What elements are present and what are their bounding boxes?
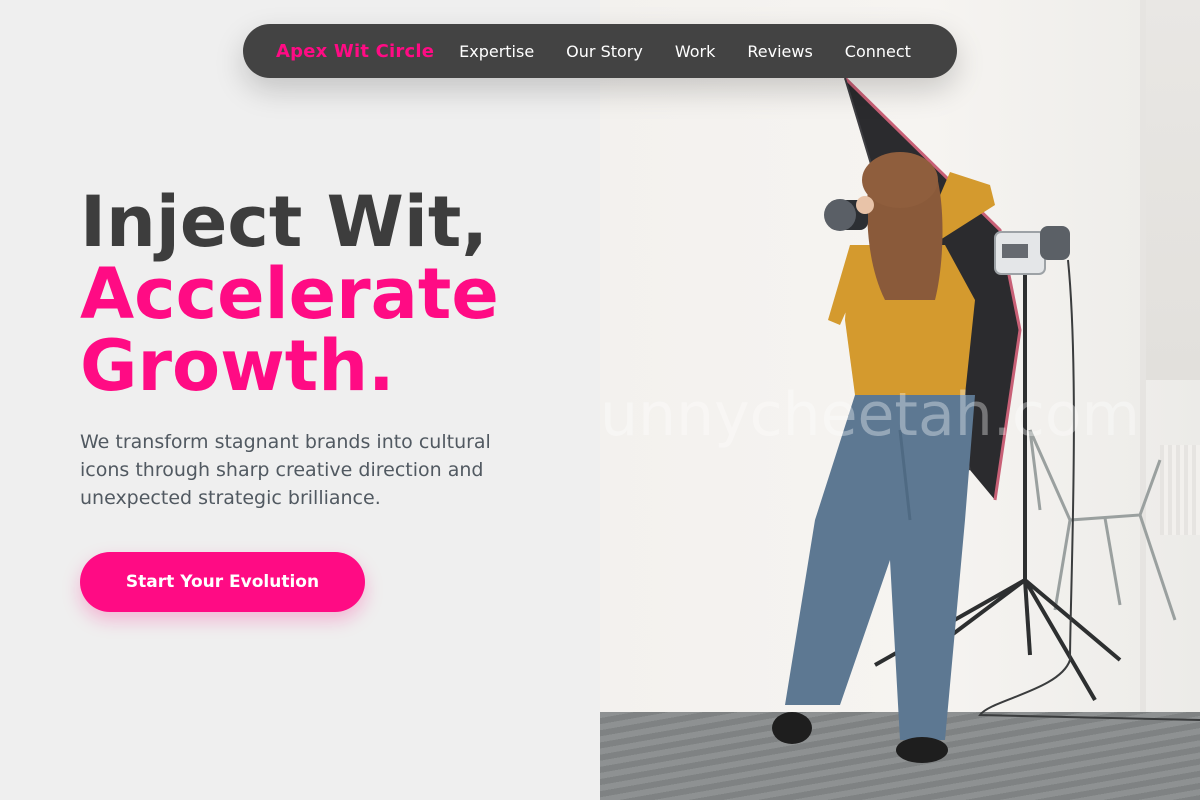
hero-photo: unnycheetah.com	[600, 0, 1200, 800]
headline-line-3: Growth.	[80, 325, 395, 407]
photo-watermark: unnycheetah.com	[600, 380, 1140, 450]
hero-headline: Inject Wit, Accelerate Growth.	[80, 186, 499, 402]
photo-chair	[1028, 429, 1177, 621]
nav-link-reviews[interactable]: Reviews	[747, 42, 812, 61]
brand-logo[interactable]: Apex Wit Circle	[276, 41, 434, 62]
nav-link-work[interactable]: Work	[675, 42, 716, 61]
headline-line-2: Accelerate	[80, 253, 499, 335]
photo-strobe-light	[994, 226, 1070, 275]
nav-link-expertise[interactable]: Expertise	[459, 42, 534, 61]
hero-subtext: We transform stagnant brands into cultur…	[80, 431, 491, 509]
top-navbar: Apex Wit Circle Expertise Our Story Work…	[243, 24, 957, 78]
hero-left-panel: Inject Wit, Accelerate Growth. We transf…	[0, 0, 600, 800]
start-evolution-button[interactable]: Start Your Evolution	[80, 552, 365, 612]
nav-link-our-story[interactable]: Our Story	[566, 42, 643, 61]
headline-line-1: Inject Wit,	[80, 181, 488, 263]
nav-link-connect[interactable]: Connect	[845, 42, 911, 61]
